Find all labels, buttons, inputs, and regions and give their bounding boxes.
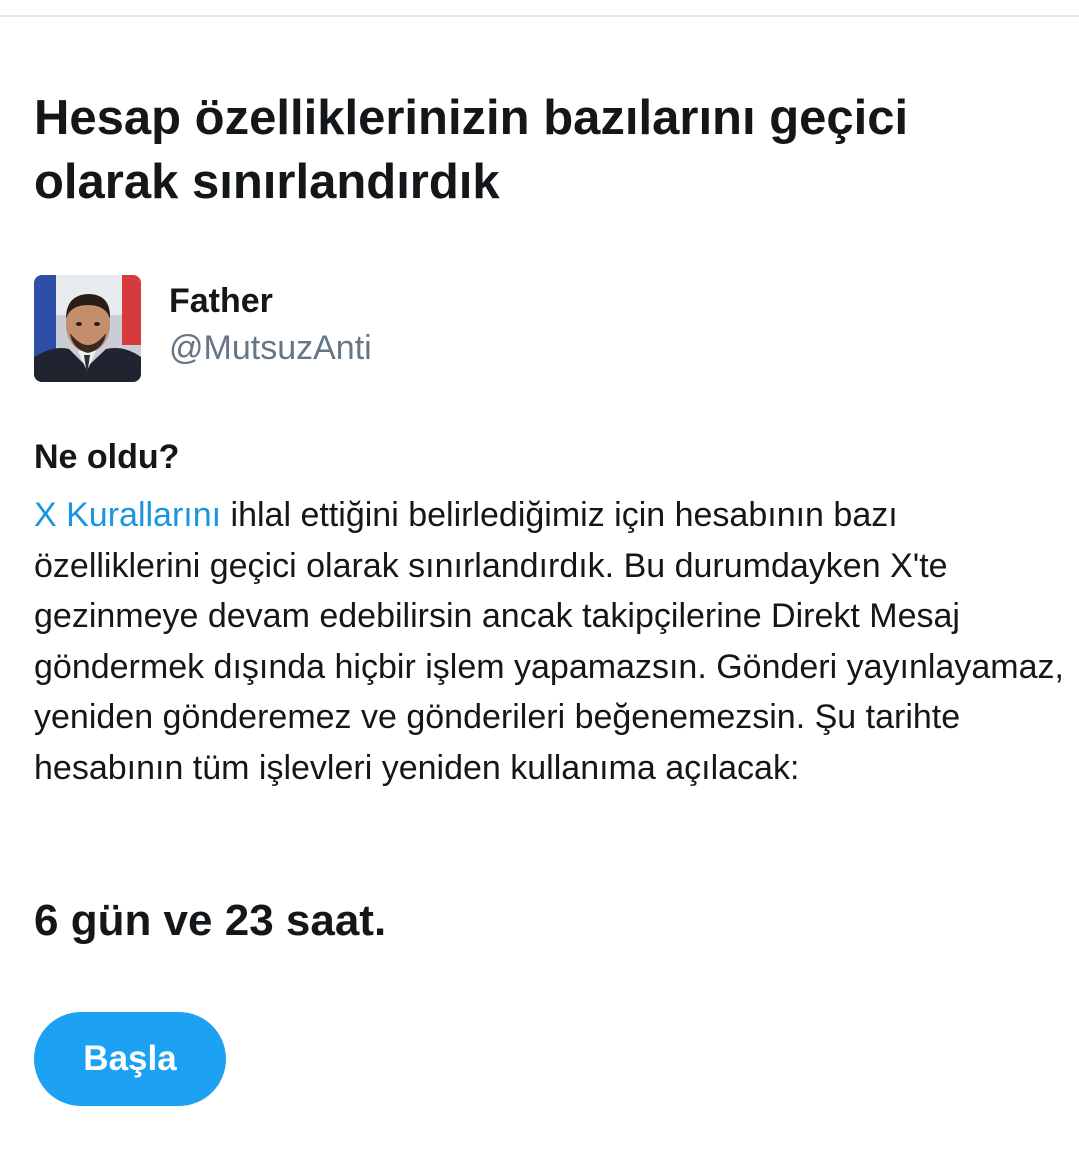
rules-link[interactable]: X Kurallarını [34, 496, 221, 534]
restriction-countdown: 6 gün ve 23 saat. [34, 896, 387, 945]
start-button[interactable]: Başla [34, 1012, 226, 1106]
avatar [34, 275, 141, 382]
avatar-image [34, 275, 141, 382]
restriction-message: X Kurallarını ihlal ettiğini belirlediği… [34, 490, 1064, 793]
user-handle: @MutsuzAnti [169, 329, 372, 367]
page-title: Hesap özelliklerinizin bazılarını geçici… [34, 91, 909, 209]
account-card: Father @MutsuzAnti [34, 275, 734, 383]
display-name: Father [169, 282, 273, 320]
section-heading: Ne oldu? [34, 438, 180, 476]
top-divider [0, 15, 1079, 17]
restriction-message-text: ihlal ettiğini belirlediğimiz için hesab… [34, 496, 1064, 787]
